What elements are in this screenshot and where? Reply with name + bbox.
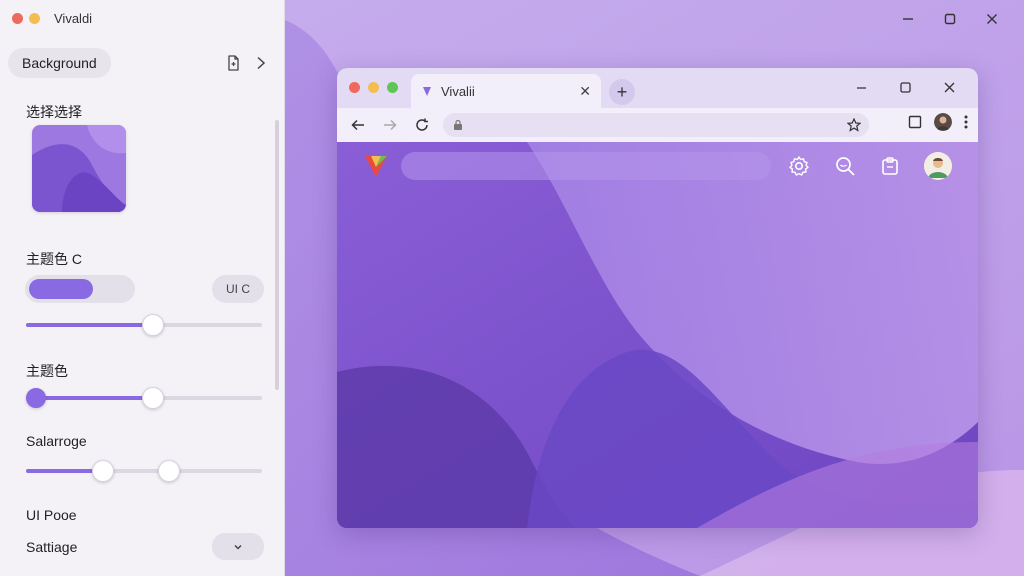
section-row: Background — [8, 46, 276, 80]
browser-zoom-dot[interactable] — [387, 82, 398, 93]
theme-color-c-slider[interactable] — [26, 314, 262, 336]
star-icon[interactable] — [847, 118, 861, 132]
slider-knob-start[interactable] — [26, 388, 46, 408]
minimize-dot[interactable] — [29, 12, 40, 24]
tab-square-icon[interactable] — [908, 115, 922, 129]
plus-icon: + — [616, 81, 628, 102]
forward-button[interactable] — [379, 114, 401, 136]
theme-color-c-label: 主题色 C — [26, 251, 82, 267]
minimize-button[interactable] — [890, 8, 926, 30]
browser-content-area — [337, 142, 978, 528]
slider-knob-secondary[interactable] — [158, 460, 180, 482]
browser-tabbar: Vivalii ✕ + — [337, 68, 978, 108]
search-icon[interactable] — [834, 155, 856, 177]
settings-panel: Vivaldi Background 选择选择 主题色 C UI C 主题色 S… — [0, 0, 285, 576]
address-bar[interactable] — [443, 113, 869, 137]
new-tab-button[interactable]: + — [609, 79, 635, 105]
image-select-label: 选择选择 — [26, 104, 82, 120]
background-thumbnail[interactable] — [32, 125, 126, 212]
setting-dropdown[interactable] — [212, 533, 264, 560]
minimize-icon — [856, 86, 866, 89]
reload-button[interactable] — [411, 114, 433, 136]
setting-label: Sattiage — [26, 539, 78, 555]
slider-knob-end[interactable] — [142, 387, 164, 409]
lock-icon — [454, 119, 462, 130]
theme-color-swatch[interactable] — [25, 275, 135, 303]
arrow-right-icon — [384, 119, 397, 131]
back-button[interactable] — [347, 114, 369, 136]
panel-titlebar: Vivaldi — [0, 0, 284, 36]
browser-close-button[interactable] — [932, 76, 966, 98]
browser-window: Vivalii ✕ + — [337, 68, 978, 528]
saturation-label: Salarroge — [26, 433, 87, 449]
settings-gear-icon[interactable] — [788, 155, 810, 177]
slider-knob[interactable] — [92, 460, 114, 482]
tab-title: Vivalii — [441, 83, 475, 99]
slider-knob[interactable] — [142, 314, 164, 336]
panel-scrollbar[interactable] — [275, 120, 279, 390]
chevron-down-icon — [234, 544, 242, 550]
vivaldi-favicon — [423, 87, 431, 96]
close-button[interactable] — [974, 8, 1010, 30]
theme-color-label: 主题色 — [26, 363, 68, 379]
section-selector[interactable]: Background — [8, 48, 111, 78]
browser-minimize-dot[interactable] — [368, 82, 379, 93]
browser-tab[interactable]: Vivalii ✕ — [411, 74, 601, 108]
ui-pose-label: UI Pooe — [26, 507, 77, 523]
arrow-left-icon — [351, 119, 364, 131]
maximize-icon — [899, 81, 911, 93]
minimize-icon — [903, 18, 913, 20]
start-search-bar[interactable] — [401, 152, 771, 180]
browser-close-dot[interactable] — [349, 82, 360, 93]
reload-icon — [416, 118, 428, 131]
saturation-slider[interactable] — [26, 460, 262, 482]
browser-minimize-button[interactable] — [844, 76, 878, 98]
ui-chip[interactable]: UI C — [212, 275, 264, 303]
close-icon — [987, 14, 997, 24]
tab-close-icon[interactable]: ✕ — [579, 83, 591, 100]
outer-window-controls — [890, 8, 1010, 30]
ui-chip-label: UI C — [226, 282, 250, 296]
close-dot[interactable] — [12, 12, 23, 24]
profile-avatar-small[interactable] — [934, 113, 952, 131]
clipboard-icon[interactable] — [880, 156, 900, 176]
maximize-button[interactable] — [932, 8, 968, 30]
theme-color-slider[interactable] — [26, 387, 262, 409]
maximize-icon — [944, 13, 956, 25]
start-search-input[interactable] — [415, 159, 745, 173]
chevron-right-icon[interactable] — [256, 56, 266, 70]
close-icon — [944, 82, 954, 92]
section-label: Background — [22, 55, 97, 71]
app-title: Vivaldi — [54, 10, 93, 26]
vivaldi-logo-icon[interactable] — [363, 153, 389, 179]
browser-maximize-button[interactable] — [888, 76, 922, 98]
address-input[interactable] — [469, 118, 829, 132]
profile-avatar[interactable] — [924, 152, 952, 180]
file-icon[interactable] — [226, 55, 240, 71]
kebab-menu-icon[interactable] — [964, 115, 968, 129]
